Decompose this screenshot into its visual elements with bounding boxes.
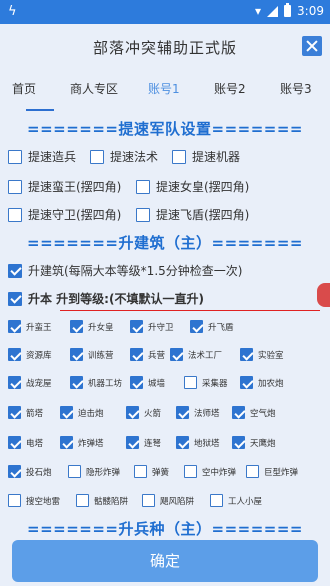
building-option[interactable]: 地狱塔 bbox=[176, 436, 220, 449]
option-speed-champion[interactable]: 提速飞盾(摆四角) bbox=[136, 206, 249, 223]
close-button[interactable] bbox=[302, 36, 322, 56]
page-title: 部落冲突辅助正式版 bbox=[92, 39, 237, 57]
section-army-speed: =======提速军队设置======= bbox=[27, 120, 303, 138]
building-option[interactable]: 投石炮 bbox=[8, 465, 52, 478]
floating-handle[interactable] bbox=[317, 283, 330, 307]
option-speed-troops[interactable]: 提速造兵 bbox=[8, 148, 76, 165]
building-option[interactable]: 训练营 bbox=[70, 348, 114, 361]
building-option[interactable]: 升飞盾 bbox=[190, 320, 234, 333]
building-option[interactable]: 弹簧 bbox=[134, 465, 169, 478]
tab-account-2[interactable]: 账号2 bbox=[214, 80, 246, 97]
section-troops: =======升兵种（主）======= bbox=[27, 520, 303, 538]
flash-icon: ϟ bbox=[8, 4, 17, 19]
building-option[interactable]: 法术工厂 bbox=[170, 348, 222, 361]
wifi-icon: ▾ bbox=[255, 4, 262, 18]
status-time: 3:09 bbox=[297, 4, 324, 18]
option-upgrade-building[interactable]: 升建筑(每隔大本等级*1.5分钟检查一次) bbox=[8, 262, 242, 279]
tab-merchant[interactable]: 商人专区 bbox=[70, 80, 118, 97]
building-option[interactable]: 隐形炸弹 bbox=[68, 465, 120, 478]
building-option[interactable]: 升蛮王 bbox=[8, 320, 52, 333]
building-option[interactable]: 空气炮 bbox=[232, 406, 276, 419]
building-option[interactable]: 连弩 bbox=[126, 436, 161, 449]
building-option[interactable]: 迫击炮 bbox=[60, 406, 104, 419]
section-build: =======升建筑（主）======= bbox=[27, 234, 303, 252]
building-option[interactable]: 升女皇 bbox=[70, 320, 114, 333]
building-option[interactable]: 巨型炸弹 bbox=[246, 465, 298, 478]
checkbox[interactable] bbox=[172, 149, 186, 164]
building-option[interactable]: 实验室 bbox=[240, 348, 284, 361]
option-speed-warden[interactable]: 提速守卫(摆四角) bbox=[8, 206, 121, 223]
level-input[interactable] bbox=[60, 310, 320, 311]
tab-account-1[interactable]: 账号1 bbox=[148, 80, 180, 97]
tab-bar: 首页 商人专区 账号1 账号2 账号3 bbox=[0, 72, 330, 106]
checkbox[interactable] bbox=[136, 207, 150, 222]
option-upgrade-townhall[interactable]: 升本 升到等级:(不填默认一直升) bbox=[8, 290, 204, 307]
building-option[interactable]: 加农炮 bbox=[240, 376, 284, 389]
building-option[interactable]: 飓风陷阱 bbox=[142, 494, 194, 507]
option-speed-queen[interactable]: 提速女皇(摆四角) bbox=[136, 178, 249, 195]
building-option[interactable]: 天鹰炮 bbox=[232, 436, 276, 449]
building-option[interactable]: 箭塔 bbox=[8, 406, 43, 419]
building-option[interactable]: 战宠屋 bbox=[8, 376, 52, 389]
checkbox[interactable] bbox=[8, 179, 22, 194]
building-option[interactable]: 火箭 bbox=[126, 406, 161, 419]
tab-account-3[interactable]: 账号3 bbox=[280, 80, 312, 97]
checkbox[interactable] bbox=[136, 179, 150, 194]
building-option[interactable]: 骷髅陷阱 bbox=[76, 494, 128, 507]
building-option[interactable]: 法师塔 bbox=[176, 406, 220, 419]
option-speed-machines[interactable]: 提速机器 bbox=[172, 148, 240, 165]
battery-icon bbox=[284, 3, 292, 17]
option-speed-spells[interactable]: 提速法术 bbox=[90, 148, 158, 165]
checkbox[interactable] bbox=[8, 291, 22, 306]
building-option[interactable]: 采集器 bbox=[184, 376, 228, 389]
dialog-header: 部落冲突辅助正式版 bbox=[0, 24, 330, 68]
checkbox[interactable] bbox=[8, 207, 22, 222]
checkbox[interactable] bbox=[8, 149, 22, 164]
option-speed-king[interactable]: 提速蛮王(摆四角) bbox=[8, 178, 121, 195]
building-option[interactable]: 工人小屋 bbox=[210, 494, 262, 507]
building-option[interactable]: 电塔 bbox=[8, 436, 43, 449]
building-option[interactable]: 资源库 bbox=[8, 348, 52, 361]
building-option[interactable]: 升守卫 bbox=[130, 320, 174, 333]
building-option[interactable]: 兵营 bbox=[130, 348, 165, 361]
checkbox[interactable] bbox=[90, 149, 104, 164]
confirm-button[interactable]: 确定 bbox=[12, 540, 318, 582]
status-bar: ϟ ▾ 3:09 bbox=[0, 0, 330, 24]
signal-icon bbox=[267, 5, 279, 17]
building-option[interactable]: 城墙 bbox=[130, 376, 165, 389]
building-option[interactable]: 空中炸弹 bbox=[184, 465, 236, 478]
building-option[interactable]: 机器工坊 bbox=[70, 376, 122, 389]
building-option[interactable]: 搜空地雷 bbox=[8, 494, 60, 507]
checkbox[interactable] bbox=[8, 263, 22, 278]
building-option[interactable]: 炸弹塔 bbox=[60, 436, 104, 449]
tab-home[interactable]: 首页 bbox=[12, 80, 36, 97]
tab-scroll-mark bbox=[26, 108, 54, 111]
